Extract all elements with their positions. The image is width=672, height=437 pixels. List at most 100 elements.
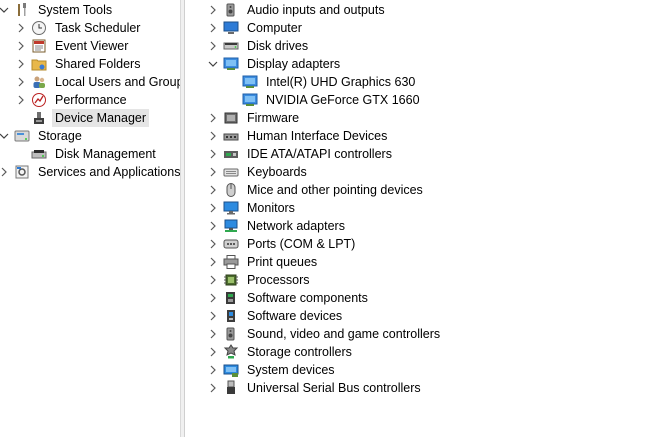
device-category-firmware[interactable]: Firmware (208, 109, 302, 127)
chevron-right-icon[interactable] (208, 361, 218, 379)
device-category-label: Computer (247, 21, 302, 35)
device-category-label: Ports (COM & LPT) (247, 237, 356, 251)
device-category-display-adapters[interactable]: Display adapters (208, 55, 343, 73)
tree-item-disk-management[interactable]: Disk Management (16, 145, 159, 163)
device-category-print-queues[interactable]: Print queues (208, 253, 320, 271)
device-category-label: Display adapters (247, 57, 341, 71)
tree-item-label: Performance (55, 93, 127, 107)
device-category-ide-ata-atapi-controllers[interactable]: IDE ATA/ATAPI controllers (208, 145, 395, 163)
chevron-down-icon[interactable] (0, 1, 9, 19)
display-adapter-icon (223, 56, 239, 72)
chevron-right-icon[interactable] (208, 127, 218, 145)
tree-item-services-and-applications[interactable]: Services and Applications (0, 163, 183, 181)
chevron-right-icon[interactable] (208, 19, 218, 37)
system-devices-icon (223, 362, 239, 378)
device-category-software-devices[interactable]: Software devices (208, 307, 345, 325)
usb-icon (223, 380, 239, 396)
device-manager-icon (31, 110, 47, 126)
chevron-right-icon[interactable] (208, 379, 218, 397)
chevron-right-icon[interactable] (208, 37, 218, 55)
device-intel-uhd-graphics-630[interactable]: Intel(R) UHD Graphics 630 (227, 73, 418, 91)
chevron-right-icon[interactable] (208, 145, 218, 163)
chevron-right-icon[interactable] (208, 1, 218, 19)
chevron-right-icon[interactable] (208, 325, 218, 343)
chevron-right-icon[interactable] (208, 343, 218, 361)
tree-item-label: Task Scheduler (55, 21, 141, 35)
device-category-sound-video-game-controllers[interactable]: Sound, video and game controllers (208, 325, 443, 343)
hid-icon (223, 128, 239, 144)
chevron-right-icon[interactable] (0, 163, 9, 181)
device-nvidia-geforce-gtx-1660[interactable]: NVIDIA GeForce GTX 1660 (227, 91, 423, 109)
ide-controller-icon (223, 146, 239, 162)
device-category-system-devices[interactable]: System devices (208, 361, 338, 379)
chevron-right-icon[interactable] (208, 217, 218, 235)
display-adapter-icon (242, 74, 258, 90)
device-category-label: IDE ATA/ATAPI controllers (247, 147, 392, 161)
device-category-label: Keyboards (247, 165, 307, 179)
tree-item-performance[interactable]: Performance (16, 91, 130, 109)
device-label: Intel(R) UHD Graphics 630 (266, 75, 416, 89)
tree-item-local-users-and-groups[interactable]: Local Users and Groups (16, 73, 193, 91)
chevron-right-icon[interactable] (16, 37, 26, 55)
tree-item-event-viewer[interactable]: Event Viewer (16, 37, 131, 55)
device-category-label: Monitors (247, 201, 295, 215)
device-category-network-adapters[interactable]: Network adapters (208, 217, 348, 235)
tree-item-storage[interactable]: Storage (0, 127, 85, 145)
chevron-right-icon[interactable] (208, 181, 218, 199)
chevron-right-icon[interactable] (16, 73, 26, 91)
device-category-keyboards[interactable]: Keyboards (208, 163, 310, 181)
tree-item-label: Services and Applications (38, 165, 181, 179)
device-category-storage-controllers[interactable]: Storage controllers (208, 343, 355, 361)
chevron-right-icon[interactable] (16, 91, 26, 109)
software-device-icon (223, 308, 239, 324)
device-category-ports[interactable]: Ports (COM & LPT) (208, 235, 358, 253)
chevron-right-icon[interactable] (208, 163, 218, 181)
users-icon (31, 74, 47, 90)
chevron-down-icon[interactable] (0, 127, 9, 145)
device-category-label: Universal Serial Bus controllers (247, 381, 421, 395)
chevron-right-icon[interactable] (16, 55, 26, 73)
tree-item-label: Storage (38, 129, 82, 143)
chevron-right-icon[interactable] (208, 271, 218, 289)
chevron-right-icon[interactable] (208, 199, 218, 217)
device-category-label: Software components (247, 291, 368, 305)
device-category-label: Human Interface Devices (247, 129, 388, 143)
tree-item-task-scheduler[interactable]: Task Scheduler (16, 19, 143, 37)
chevron-right-icon[interactable] (208, 307, 218, 325)
device-category-audio-inputs-and-outputs[interactable]: Audio inputs and outputs (208, 1, 388, 19)
device-tree-pane[interactable]: Audio inputs and outputs Computer Disk d… (185, 0, 672, 437)
device-category-usb-controllers[interactable]: Universal Serial Bus controllers (208, 379, 424, 397)
device-category-label: Disk drives (247, 39, 309, 53)
disk-drive-icon (223, 38, 239, 54)
chevron-right-icon[interactable] (16, 19, 26, 37)
mouse-icon (223, 182, 239, 198)
chevron-right-icon[interactable] (208, 289, 218, 307)
chevron-right-icon[interactable] (208, 109, 218, 127)
device-category-disk-drives[interactable]: Disk drives (208, 37, 311, 55)
disk-management-icon (31, 146, 47, 162)
chevron-right-icon[interactable] (208, 253, 218, 271)
firmware-icon (223, 110, 239, 126)
device-category-software-components[interactable]: Software components (208, 289, 371, 307)
storage-controller-icon (223, 344, 239, 360)
console-tree-pane[interactable]: System Tools Task Scheduler Event Viewer… (0, 0, 190, 437)
device-category-human-interface-devices[interactable]: Human Interface Devices (208, 127, 390, 145)
tree-item-label: Event Viewer (55, 39, 129, 53)
device-category-label: Mice and other pointing devices (247, 183, 423, 197)
tree-item-label: Shared Folders (55, 57, 141, 71)
device-category-monitors[interactable]: Monitors (208, 199, 298, 217)
tree-item-shared-folders[interactable]: Shared Folders (16, 55, 143, 73)
tree-item-device-manager[interactable]: Device Manager (16, 109, 150, 127)
printer-icon (223, 254, 239, 270)
tree-item-system-tools[interactable]: System Tools (0, 1, 115, 19)
device-category-mice[interactable]: Mice and other pointing devices (208, 181, 426, 199)
device-label: NVIDIA GeForce GTX 1660 (266, 93, 420, 107)
device-category-label: System devices (247, 363, 335, 377)
device-category-label: Firmware (247, 111, 300, 125)
device-category-computer[interactable]: Computer (208, 19, 305, 37)
device-category-processors[interactable]: Processors (208, 271, 313, 289)
chevron-down-icon[interactable] (208, 55, 218, 73)
tree-item-label: Device Manager (52, 109, 150, 127)
chevron-right-icon[interactable] (208, 235, 218, 253)
speaker-icon (223, 326, 239, 342)
